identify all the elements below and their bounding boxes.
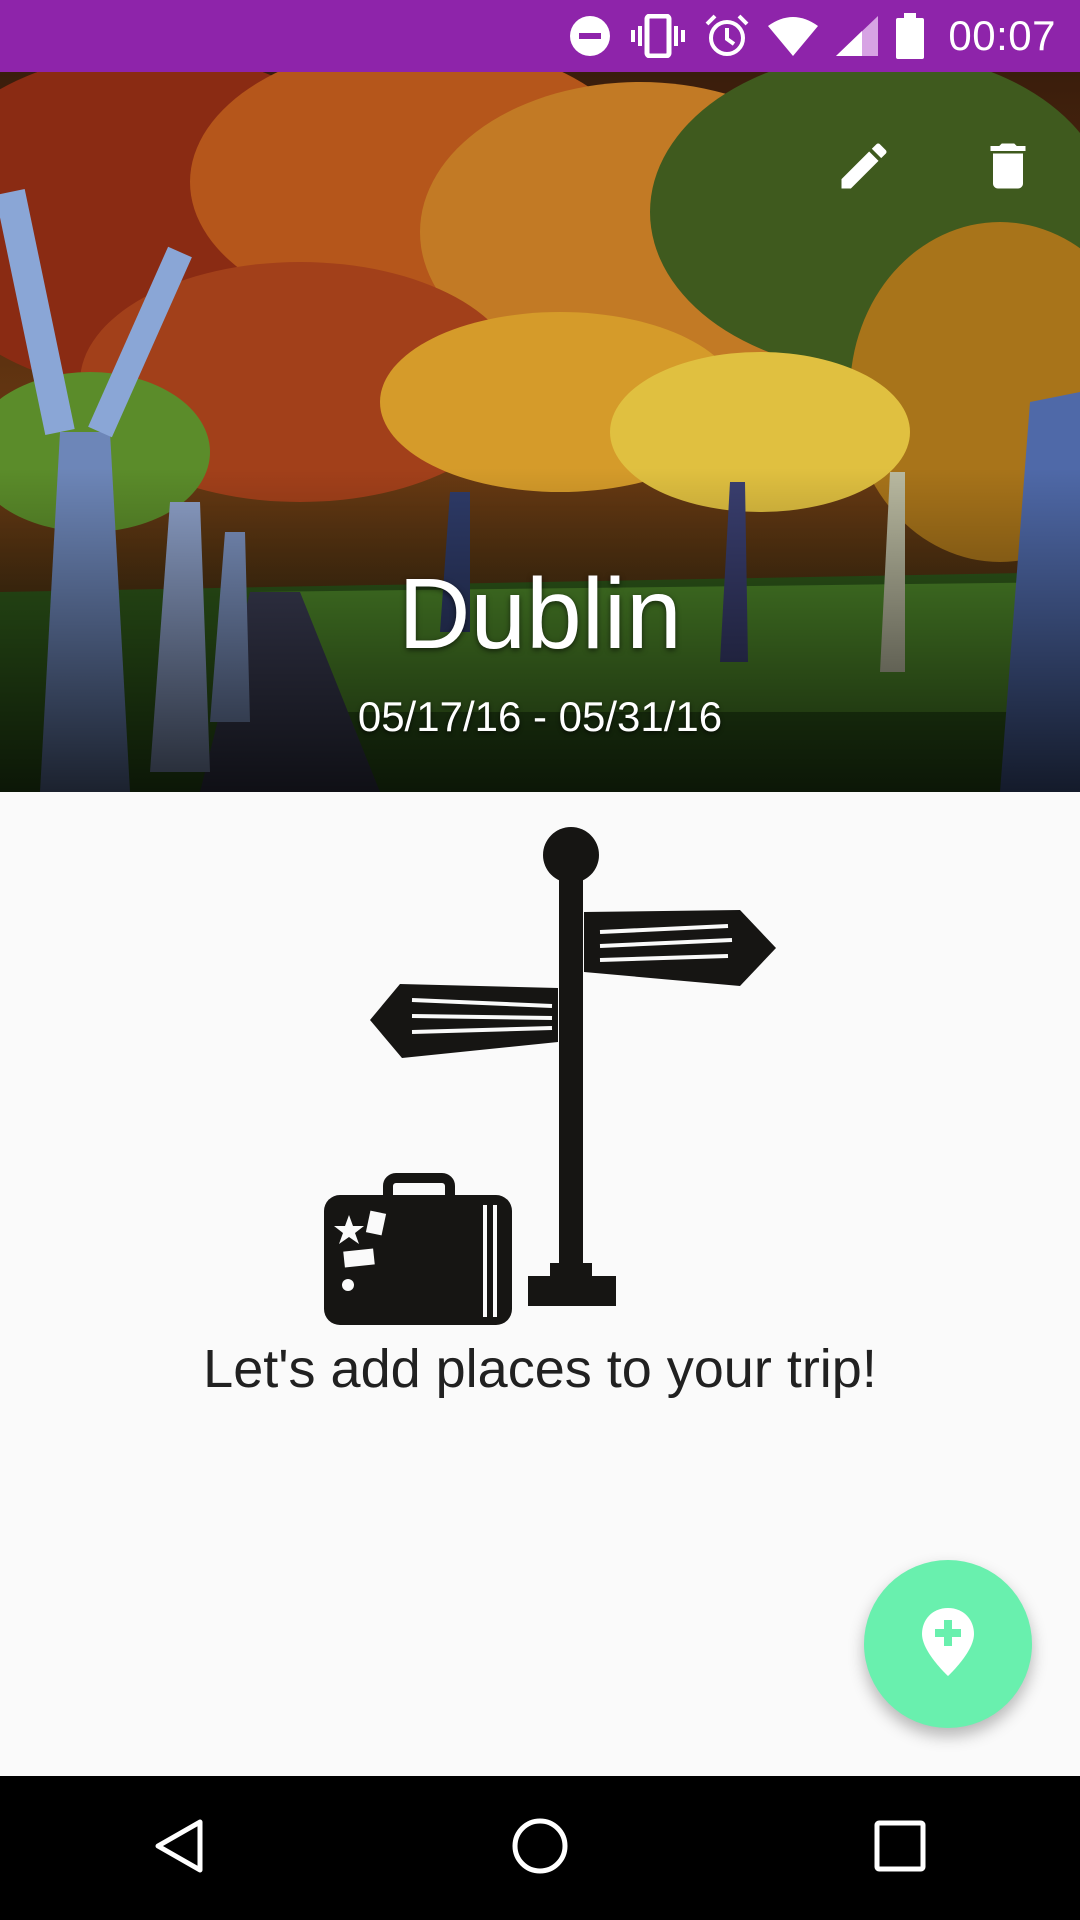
home-icon bbox=[510, 1816, 570, 1881]
navigation-bar bbox=[0, 1776, 1080, 1920]
alarm-icon bbox=[704, 13, 750, 59]
vibrate-icon bbox=[630, 14, 686, 58]
trip-header-image: Dublin 05/17/16 - 05/31/16 bbox=[0, 72, 1080, 792]
trip-title: Dublin bbox=[398, 558, 682, 670]
delete-trip-button[interactable] bbox=[966, 126, 1050, 210]
add-place-fab[interactable] bbox=[864, 1560, 1032, 1728]
trash-icon bbox=[978, 136, 1038, 201]
status-bar: 00:07 bbox=[0, 0, 1080, 72]
home-button[interactable] bbox=[480, 1788, 600, 1908]
pencil-icon bbox=[834, 136, 894, 201]
recents-button[interactable] bbox=[840, 1788, 960, 1908]
autumn-trees-photo bbox=[0, 72, 1080, 792]
recents-icon bbox=[870, 1816, 930, 1881]
status-time: 00:07 bbox=[948, 12, 1056, 59]
edit-trip-button[interactable] bbox=[822, 126, 906, 210]
back-icon bbox=[150, 1816, 210, 1881]
cell-signal-icon bbox=[836, 16, 879, 56]
wifi-icon bbox=[768, 16, 819, 56]
battery-icon bbox=[896, 13, 925, 59]
add-location-icon bbox=[918, 1606, 978, 1683]
back-button[interactable] bbox=[120, 1788, 240, 1908]
do-not-disturb-icon bbox=[568, 14, 612, 58]
empty-state-message: Let's add places to your trip! bbox=[203, 1339, 877, 1399]
trip-dates: 05/17/16 - 05/31/16 bbox=[357, 693, 723, 740]
signpost-illustration bbox=[300, 820, 780, 1335]
